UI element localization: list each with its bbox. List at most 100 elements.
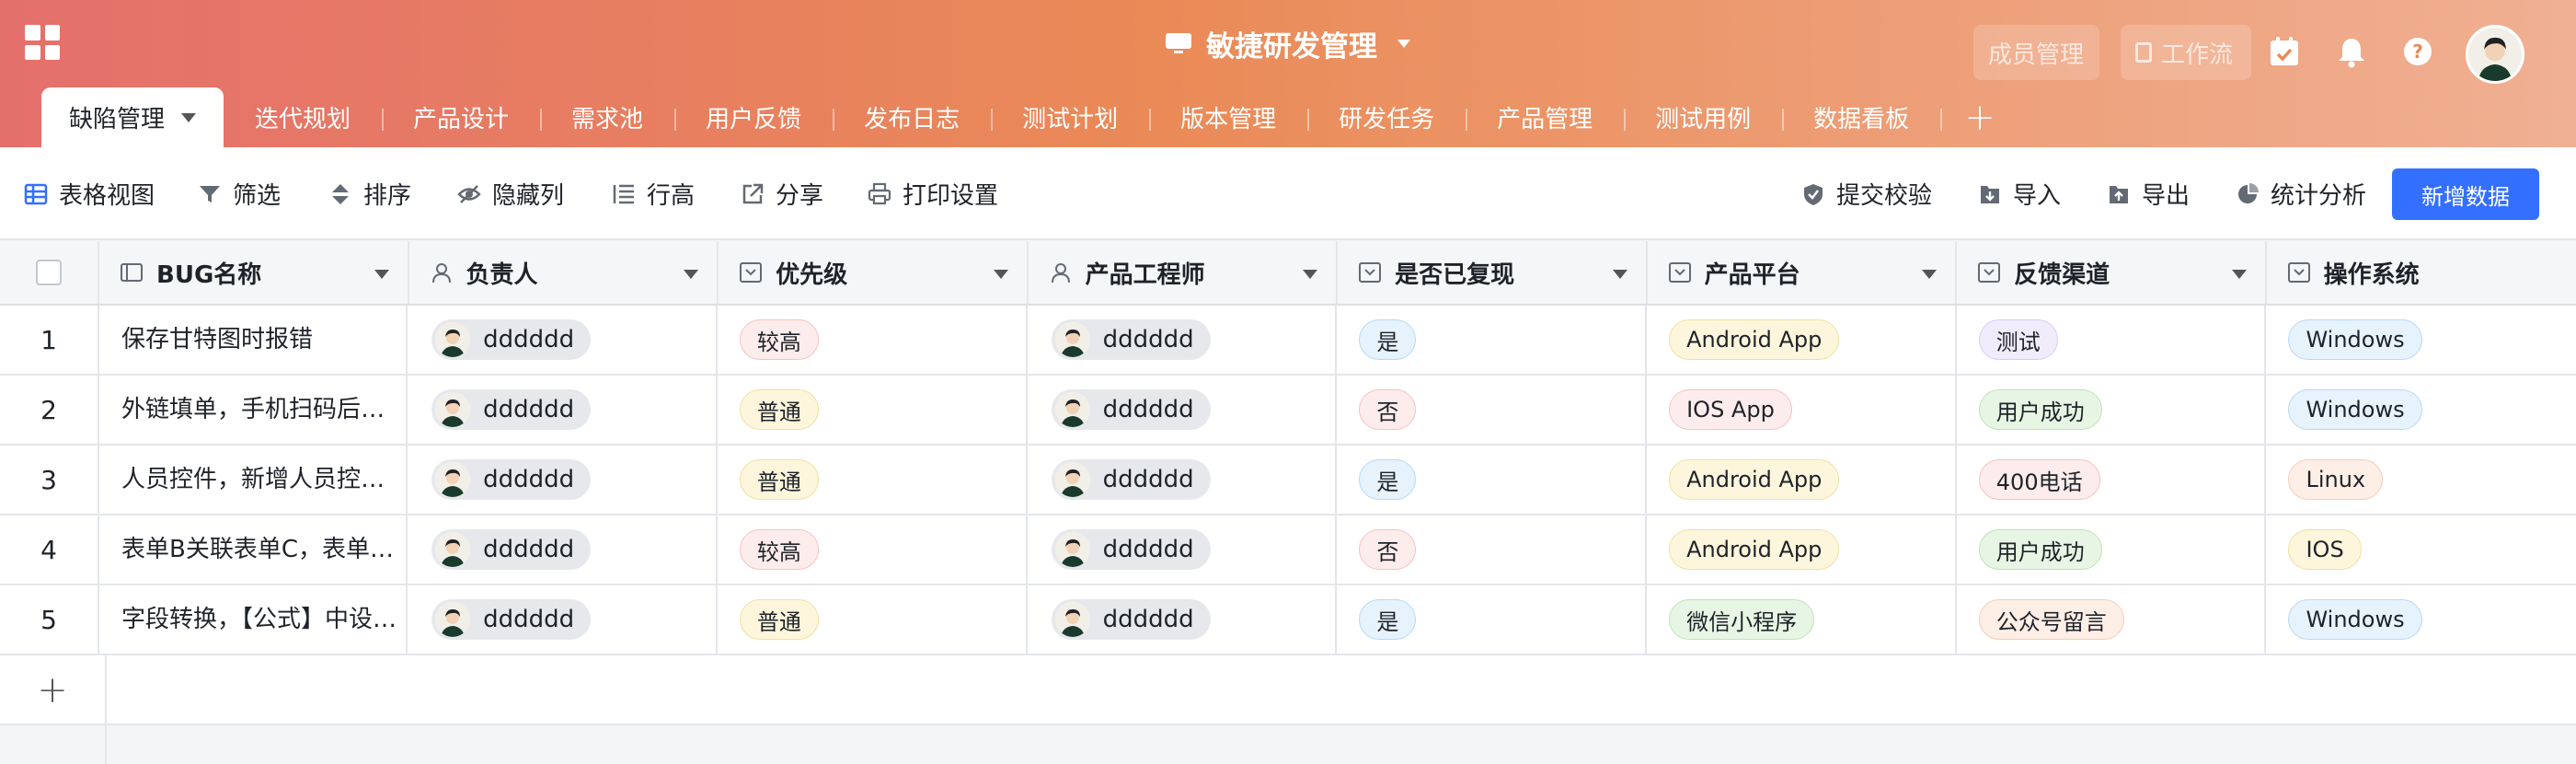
sort-button[interactable]: 排序 (328, 147, 411, 240)
person-chip[interactable]: dddddd (1051, 529, 1211, 570)
platform-cell[interactable]: 微信小程序 (1647, 585, 1957, 654)
tab-product-design[interactable]: 产品设计 (382, 87, 540, 147)
column-header-owner[interactable]: 负责人 (409, 241, 719, 304)
channel-cell[interactable]: 公众号留言 (1957, 585, 2267, 654)
column-header-bug-name[interactable]: BUG名称 (99, 241, 409, 304)
engineer-cell[interactable]: dddddd (1028, 306, 1338, 374)
priority-cell[interactable]: 较高 (718, 515, 1028, 584)
tab-dev-tasks[interactable]: 研发任务 (1307, 87, 1466, 147)
os-cell[interactable]: Linux (2266, 446, 2576, 514)
engineer-cell[interactable]: dddddd (1028, 376, 1338, 444)
submit-validation-button[interactable]: 提交校验 (1801, 147, 1932, 240)
tab-test-cases[interactable]: 测试用例 (1624, 87, 1782, 147)
export-button[interactable]: 导出 (2107, 147, 2190, 240)
person-chip[interactable]: dddddd (1051, 319, 1211, 360)
owner-cell[interactable]: dddddd (408, 585, 718, 654)
add-data-button[interactable]: 新增数据 (2392, 168, 2539, 220)
hide-columns-button[interactable]: 隐藏列 (457, 147, 564, 240)
print-settings-button[interactable]: 打印设置 (868, 147, 998, 240)
channel-cell[interactable]: 测试 (1957, 306, 2267, 374)
priority-cell[interactable]: 普通 (718, 446, 1028, 514)
os-cell[interactable]: IOS (2266, 515, 2576, 584)
tab-iteration-planning[interactable]: 迭代规划 (224, 87, 382, 147)
os-cell[interactable]: Windows (2266, 306, 2576, 374)
tab-data-dashboard[interactable]: 数据看板 (1782, 87, 1940, 147)
column-header-priority[interactable]: 优先级 (719, 241, 1029, 304)
reproduced-cell[interactable]: 否 (1337, 515, 1648, 584)
import-button[interactable]: 导入 (1978, 147, 2061, 240)
person-chip[interactable]: dddddd (431, 389, 592, 430)
row-number-cell[interactable]: 5 (0, 585, 100, 654)
person-chip[interactable]: dddddd (1051, 459, 1211, 500)
engineer-cell[interactable]: dddddd (1028, 446, 1338, 514)
chevron-down-icon[interactable] (684, 270, 699, 279)
owner-cell[interactable]: dddddd (408, 446, 718, 514)
share-button[interactable]: 分享 (741, 147, 823, 240)
platform-cell[interactable]: Android App (1647, 306, 1957, 374)
row-number-cell[interactable]: 3 (0, 446, 100, 514)
table-row[interactable]: 1 保存甘特图时报错 dddddd 较高 dddddd 是 Android App 测试 Win… (0, 306, 2576, 376)
tab-requirement-pool[interactable]: 需求池 (540, 87, 674, 147)
chevron-down-icon[interactable] (1922, 270, 1938, 279)
add-row-button[interactable]: + (0, 655, 107, 725)
add-tab-button[interactable]: + (1940, 87, 2019, 147)
os-cell[interactable]: Windows (2266, 376, 2576, 444)
bug-name-cell[interactable]: 保存甘特图时报错 (99, 306, 408, 374)
column-header-engineer[interactable]: 产品工程师 (1029, 241, 1339, 304)
person-chip[interactable]: dddddd (431, 599, 592, 640)
platform-cell[interactable]: IOS App (1647, 376, 1957, 444)
reproduced-cell[interactable]: 是 (1337, 585, 1648, 654)
person-chip[interactable]: dddddd (431, 529, 592, 570)
table-row[interactable]: 4 表单B关联表单C，表单A… dddddd 较高 dddddd 否 Android App… (0, 515, 2576, 585)
table-row[interactable]: 2 外链填单，手机扫码后填… dddddd 普通 dddddd 否 IOS App 用户成功 W… (0, 376, 2576, 446)
filter-button[interactable]: 筛选 (198, 147, 281, 240)
reproduced-cell[interactable]: 是 (1337, 306, 1648, 374)
user-avatar[interactable] (2466, 25, 2524, 84)
platform-cell[interactable]: Android App (1647, 515, 1957, 584)
tab-defect-management[interactable]: 缺陷管理 (41, 87, 224, 147)
priority-cell[interactable]: 较高 (718, 306, 1028, 374)
row-height-button[interactable]: 行高 (612, 147, 695, 240)
table-row[interactable]: 3 人员控件，新增人员控件… dddddd 普通 dddddd 是 Android App 4… (0, 446, 2576, 515)
row-number-cell[interactable]: 1 (0, 306, 100, 374)
row-number-cell[interactable]: 2 (0, 376, 100, 444)
tab-release-log[interactable]: 发布日志 (833, 87, 991, 147)
os-cell[interactable]: Windows (2266, 585, 2576, 654)
priority-cell[interactable]: 普通 (718, 376, 1028, 444)
person-chip[interactable]: dddddd (1051, 389, 1211, 430)
column-header-channel[interactable]: 反馈渠道 (1957, 241, 2267, 304)
column-header-reproduced[interactable]: 是否已复现 (1338, 241, 1648, 304)
engineer-cell[interactable]: dddddd (1028, 585, 1338, 654)
bug-name-cell[interactable]: 人员控件，新增人员控件… (99, 446, 408, 514)
bug-name-cell[interactable]: 字段转换，【公式】中设… (99, 585, 408, 654)
tab-test-plan[interactable]: 测试计划 (991, 87, 1149, 147)
chevron-down-icon[interactable] (374, 270, 389, 279)
owner-cell[interactable]: dddddd (408, 306, 718, 374)
person-chip[interactable]: dddddd (431, 319, 592, 360)
chevron-down-icon[interactable] (993, 270, 1008, 279)
grid-view-button[interactable]: 表格视图 (24, 147, 155, 240)
reproduced-cell[interactable]: 是 (1337, 446, 1648, 514)
column-header-os[interactable]: 操作系统 (2267, 241, 2576, 304)
row-number-cell[interactable]: 4 (0, 515, 100, 584)
help-icon[interactable]: ? (2401, 35, 2434, 68)
chevron-down-icon[interactable] (181, 112, 197, 122)
bug-name-cell[interactable]: 外链填单，手机扫码后填… (99, 376, 408, 444)
tab-product-management[interactable]: 产品管理 (1466, 87, 1624, 147)
person-chip[interactable]: dddddd (1051, 599, 1211, 640)
platform-cell[interactable]: Android App (1647, 446, 1957, 514)
channel-cell[interactable]: 用户成功 (1957, 515, 2267, 584)
member-management-button[interactable]: 成员管理 (1973, 25, 2099, 80)
priority-cell[interactable]: 普通 (718, 585, 1028, 654)
owner-cell[interactable]: dddddd (408, 376, 718, 444)
tab-user-feedback[interactable]: 用户反馈 (674, 87, 833, 147)
chevron-down-icon[interactable] (1303, 270, 1318, 279)
bug-name-cell[interactable]: 表单B关联表单C，表单A… (99, 515, 408, 584)
channel-cell[interactable]: 用户成功 (1957, 376, 2267, 444)
channel-cell[interactable]: 400电话 (1957, 446, 2267, 514)
reproduced-cell[interactable]: 否 (1337, 376, 1648, 444)
owner-cell[interactable]: dddddd (408, 515, 718, 584)
tab-version-management[interactable]: 版本管理 (1149, 87, 1307, 147)
workflow-button[interactable]: 工作流 (2121, 25, 2251, 80)
chevron-down-icon[interactable] (2231, 270, 2247, 279)
